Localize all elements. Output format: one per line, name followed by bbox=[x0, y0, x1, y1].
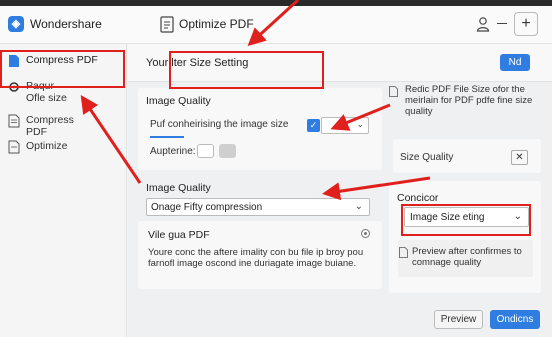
doc-icon bbox=[389, 86, 398, 97]
vile-description: Youre conc the aftere imality con bu fil… bbox=[148, 247, 364, 269]
wondershare-logo: ◈ bbox=[8, 16, 24, 32]
page-title: Optimize PDF bbox=[179, 17, 254, 31]
minimize-icon[interactable] bbox=[497, 23, 507, 24]
sidebar-item-label: Compress PDF bbox=[26, 114, 74, 138]
auperine-toggle-off[interactable] bbox=[197, 144, 214, 158]
preview-button[interactable]: Preview bbox=[434, 310, 483, 329]
annotation-box-sidebar bbox=[0, 50, 125, 88]
annotation-box-select bbox=[401, 204, 531, 236]
document-icon bbox=[160, 16, 174, 33]
user-icon[interactable] bbox=[476, 16, 490, 32]
add-button[interactable]: + bbox=[514, 12, 538, 36]
doc-icon bbox=[8, 140, 20, 154]
chevron-down-icon: ⌄ bbox=[354, 201, 363, 212]
concicor-heading: Concicor bbox=[397, 192, 439, 204]
compression-checkbox[interactable]: ✓ bbox=[307, 119, 320, 132]
auperine-toggle-on[interactable] bbox=[219, 144, 236, 158]
vile-heading: Vile gua PDF bbox=[148, 229, 210, 241]
sidebar-item-compress-pdf-2[interactable]: Compress PDF bbox=[0, 114, 74, 138]
close-icon[interactable]: ✕ bbox=[511, 150, 528, 165]
confirm-button[interactable]: Ondicns bbox=[490, 310, 540, 329]
sidebar-item-optimize[interactable]: Optimize bbox=[0, 140, 67, 154]
image-quality-heading-2: Image Quality bbox=[146, 182, 211, 194]
compression-option-label: Puf conheirising the image size bbox=[150, 119, 289, 130]
file-icon bbox=[8, 114, 20, 128]
preview-text: Preview after confirmes to comnage quali… bbox=[412, 246, 522, 268]
compression-dropdown[interactable]: ⌄ bbox=[321, 117, 369, 134]
app-name: Wondershare bbox=[30, 17, 102, 31]
auperine-label: Aupterine: bbox=[150, 146, 196, 157]
image-quality-heading: Image Quality bbox=[146, 95, 211, 107]
image-quality-select[interactable]: Onage Fifty compression ⌄ bbox=[146, 198, 370, 216]
size-quality-label: Size Quality bbox=[400, 152, 454, 163]
annotation-box-title bbox=[169, 51, 324, 89]
nd-button[interactable]: Nd bbox=[500, 54, 530, 71]
doc-icon bbox=[399, 247, 408, 258]
sidebar-item-label: Optimize bbox=[26, 140, 68, 152]
size-info-text: Redic PDF File Size ofor the meirlain fo… bbox=[405, 84, 533, 117]
app-header: ◈ Wondershare Optimize PDF + bbox=[0, 6, 552, 44]
progress-indicator bbox=[150, 136, 184, 138]
vile-radio[interactable] bbox=[361, 229, 370, 238]
select-value: Onage Fifty compression bbox=[151, 202, 263, 213]
chevron-down-icon: ⌄ bbox=[356, 119, 364, 129]
